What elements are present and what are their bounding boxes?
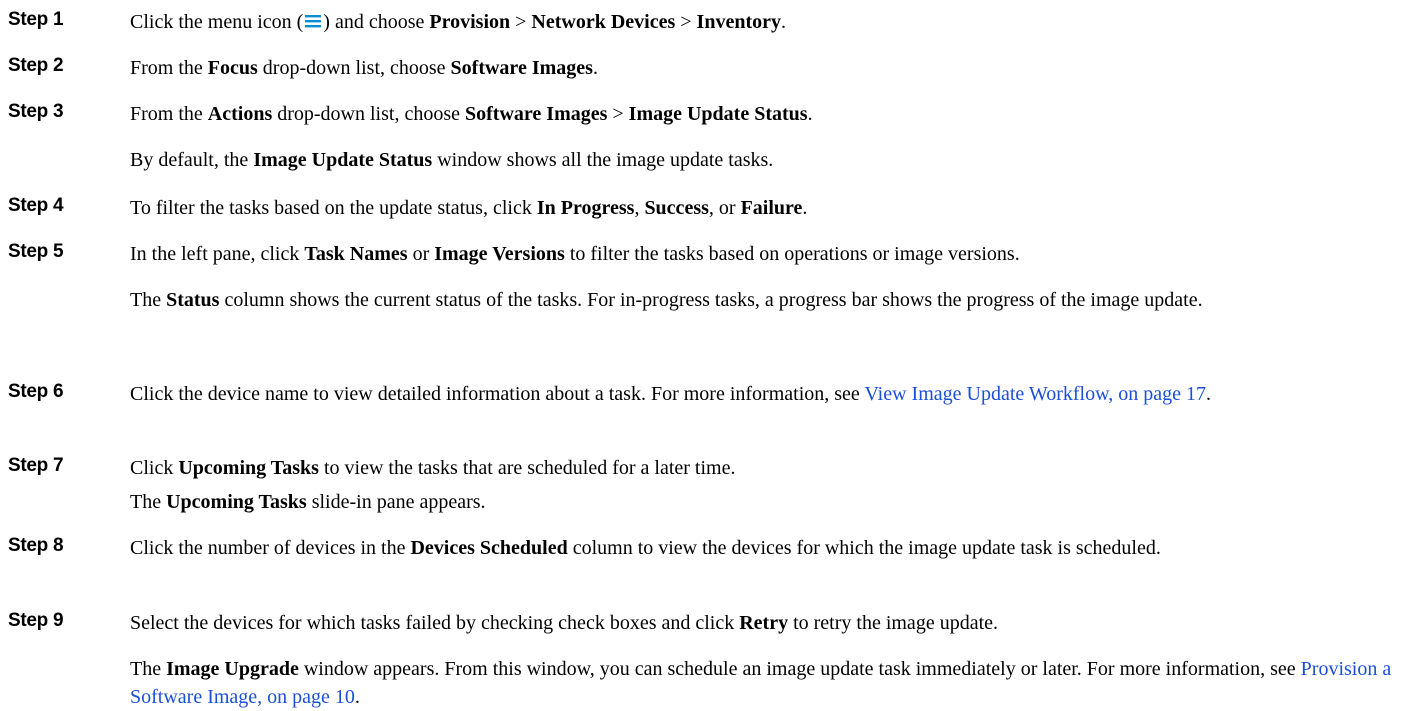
text-run: In the left pane, click (130, 243, 305, 265)
step-label: Step 7 (8, 455, 64, 476)
ui-term: Failure (740, 197, 803, 219)
ui-term: Provision (429, 11, 511, 33)
ui-term: Success (644, 197, 709, 219)
text-run: The (130, 289, 167, 311)
text-run: From the (130, 57, 208, 79)
step-text: To filter the tasks based on the update … (130, 194, 1402, 222)
ui-term: Image Versions (434, 243, 565, 265)
text-run: From the (130, 103, 208, 125)
text-run: Click the number of devices in the (130, 537, 411, 559)
step-label: Step 4 (8, 195, 64, 216)
step-note: By default, the Image Update Status wind… (130, 146, 1402, 174)
step-body: In the left pane, click Task Names or Im… (130, 240, 1402, 314)
step-note: The Upcoming Tasks slide-in pane appears… (130, 488, 1402, 516)
ui-term: Upcoming Tasks (166, 491, 307, 513)
text-run: . (781, 11, 786, 33)
ui-term: Task Names (304, 243, 408, 265)
text-run: . (592, 57, 598, 79)
step-text: Click the number of devices in the Devic… (130, 534, 1402, 562)
step-body: Click Upcoming Tasks to view the tasks t… (130, 454, 1402, 516)
text-run: . (802, 197, 808, 219)
step-label: Step 5 (8, 241, 64, 262)
step-body: Click the menu icon ( ) and choose Provis… (130, 8, 1402, 36)
ui-term: Network Devices (531, 11, 676, 33)
text-run: > (607, 103, 629, 125)
text-run: column shows the current status of the t… (219, 289, 1203, 311)
ui-term: Devices Scheduled (410, 537, 568, 559)
text-run: To filter the tasks based on the update … (130, 197, 537, 219)
step-note: The Status column shows the current stat… (130, 286, 1402, 314)
text-run: column to view the devices for which the… (567, 537, 1161, 559)
text-run: The (130, 491, 167, 513)
text-run: to filter the tasks based on operations … (564, 243, 1020, 265)
step-body: Click the number of devices in the Devic… (130, 534, 1402, 562)
text-run: Click (130, 457, 179, 479)
step-text: From the Focus drop-down list, choose So… (130, 54, 1402, 82)
step-label: Step 8 (8, 535, 64, 556)
step-body: Select the devices for which tasks faile… (130, 609, 1402, 711)
text-run: Click the device name to view detailed i… (130, 383, 865, 405)
ui-term: Image Update Status (628, 103, 808, 125)
text-run: to view the tasks that are scheduled for… (318, 457, 736, 479)
text-run: The (130, 658, 167, 680)
text-run: window shows all the image update tasks. (432, 149, 774, 171)
step-text: Click Upcoming Tasks to view the tasks t… (130, 454, 1402, 482)
step-body: Click the device name to view detailed i… (130, 380, 1402, 408)
step-label: Step 1 (8, 9, 64, 30)
step-body: To filter the tasks based on the update … (130, 194, 1402, 222)
step-label: Step 3 (8, 101, 64, 122)
menu-icon (304, 13, 322, 29)
text-run: Select the devices for which tasks faile… (130, 612, 740, 634)
step-note: The Image Upgrade window appears. From t… (130, 655, 1402, 711)
text-run: to retry the image update. (788, 612, 998, 634)
ui-term: Status (166, 289, 220, 311)
text-run: . (807, 103, 813, 125)
ui-term: Inventory (696, 11, 781, 33)
step-text: Click the menu icon ( ) and choose Provis… (130, 8, 1402, 36)
step-text: Select the devices for which tasks faile… (130, 609, 1402, 637)
text-run: . (354, 686, 360, 708)
step-body: From the Focus drop-down list, choose So… (130, 54, 1402, 82)
text-run: slide-in pane appears. (306, 491, 486, 513)
ui-term: Focus (207, 57, 258, 79)
text-run: drop-down list, choose (257, 57, 451, 79)
text-run: drop-down list, choose (272, 103, 465, 125)
text-run: window appears. From this window, you ca… (298, 658, 1301, 680)
text-run: > (510, 11, 532, 33)
ui-term: Software Images (465, 103, 608, 125)
ui-term: Upcoming Tasks (178, 457, 319, 479)
text-run: , or (708, 197, 741, 219)
step-text: In the left pane, click Task Names or Im… (130, 240, 1402, 268)
step-label: Step 6 (8, 381, 64, 402)
text-run: , (634, 197, 645, 219)
ui-term: Actions (207, 103, 273, 125)
step-text: From the Actions drop-down list, choose … (130, 100, 1402, 128)
step-label: Step 2 (8, 55, 64, 76)
text-run: ) and choose (323, 11, 430, 33)
step-body: From the Actions drop-down list, choose … (130, 100, 1402, 174)
text-run: or (407, 243, 435, 265)
text-run: By default, the (130, 149, 254, 171)
ui-term: In Progress (536, 197, 635, 219)
ui-term: Image Update Status (253, 149, 433, 171)
text-run: > (675, 11, 697, 33)
text-run: . (1205, 383, 1211, 405)
step-label: Step 9 (8, 610, 64, 631)
ui-term: Image Upgrade (166, 658, 299, 680)
step-text: Click the device name to view detailed i… (130, 380, 1402, 408)
ui-term: Retry (739, 612, 789, 634)
ui-term: Software Images (450, 57, 593, 79)
text-run: Click the menu icon ( (130, 11, 304, 33)
view-image-update-workflow-link[interactable]: View Image Update Workflow, on page 17 (864, 383, 1206, 405)
